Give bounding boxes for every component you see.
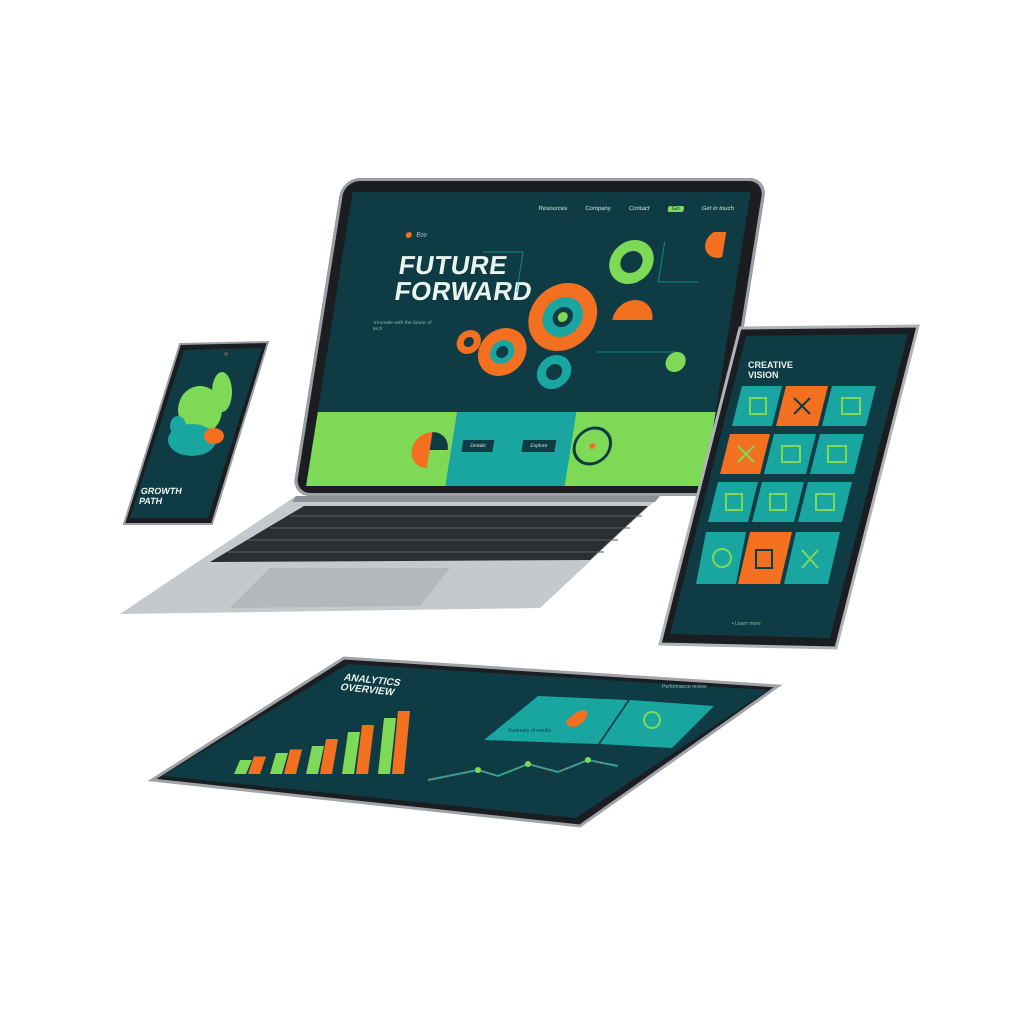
device-mockup-scene: Eco Resources Company Contact Go Get in … xyxy=(0,0,1024,1024)
phone-title-line2: PATH xyxy=(138,496,164,506)
nav-item-company[interactable]: Company xyxy=(585,206,612,212)
tablet-right-title: CREATIVE VISION xyxy=(748,360,793,380)
tablet-right-title-line1: CREATIVE xyxy=(748,360,793,370)
orange-blob-icon xyxy=(705,232,727,258)
gear-icon-medium xyxy=(477,328,527,376)
feature-strip: Details Explore xyxy=(306,412,716,486)
nav-item-contact[interactable]: Contact xyxy=(628,206,650,212)
hero-subtitle: Innovate with the future of tech xyxy=(372,320,432,332)
nav-cta-button[interactable]: Go xyxy=(667,206,684,212)
top-nav: Resources Company Contact Go Get in touc… xyxy=(538,206,734,212)
pie-chart-icon xyxy=(411,432,448,468)
brand-label: Eco xyxy=(415,232,428,239)
phone-title: GROWTH PATH xyxy=(138,486,183,506)
tablet-right-title-line2: VISION xyxy=(748,370,779,380)
gear-icon-green xyxy=(609,240,654,284)
tablet-bottom-header-link[interactable]: Performance review xyxy=(662,684,706,690)
strip-button-details[interactable]: Details xyxy=(461,440,495,452)
brand-dot-icon xyxy=(405,232,413,238)
nav-item-get-in-touch[interactable]: Get in touch xyxy=(701,206,734,212)
half-circle-icon xyxy=(612,300,653,320)
gear-icon-small xyxy=(536,355,572,389)
summary-card-caption: Summary of results xyxy=(508,728,552,734)
phone-title-line1: GROWTH xyxy=(140,486,183,496)
strip-button-explore[interactable]: Explore xyxy=(521,440,557,452)
tablet-bottom xyxy=(148,656,783,828)
dial-icon xyxy=(572,426,613,466)
tablet-right-footer-link[interactable]: • Learn more xyxy=(732,621,761,627)
nav-item-resources[interactable]: Resources xyxy=(538,206,568,212)
gear-icon-large xyxy=(528,283,598,351)
brand-logo[interactable]: Eco xyxy=(405,232,427,239)
